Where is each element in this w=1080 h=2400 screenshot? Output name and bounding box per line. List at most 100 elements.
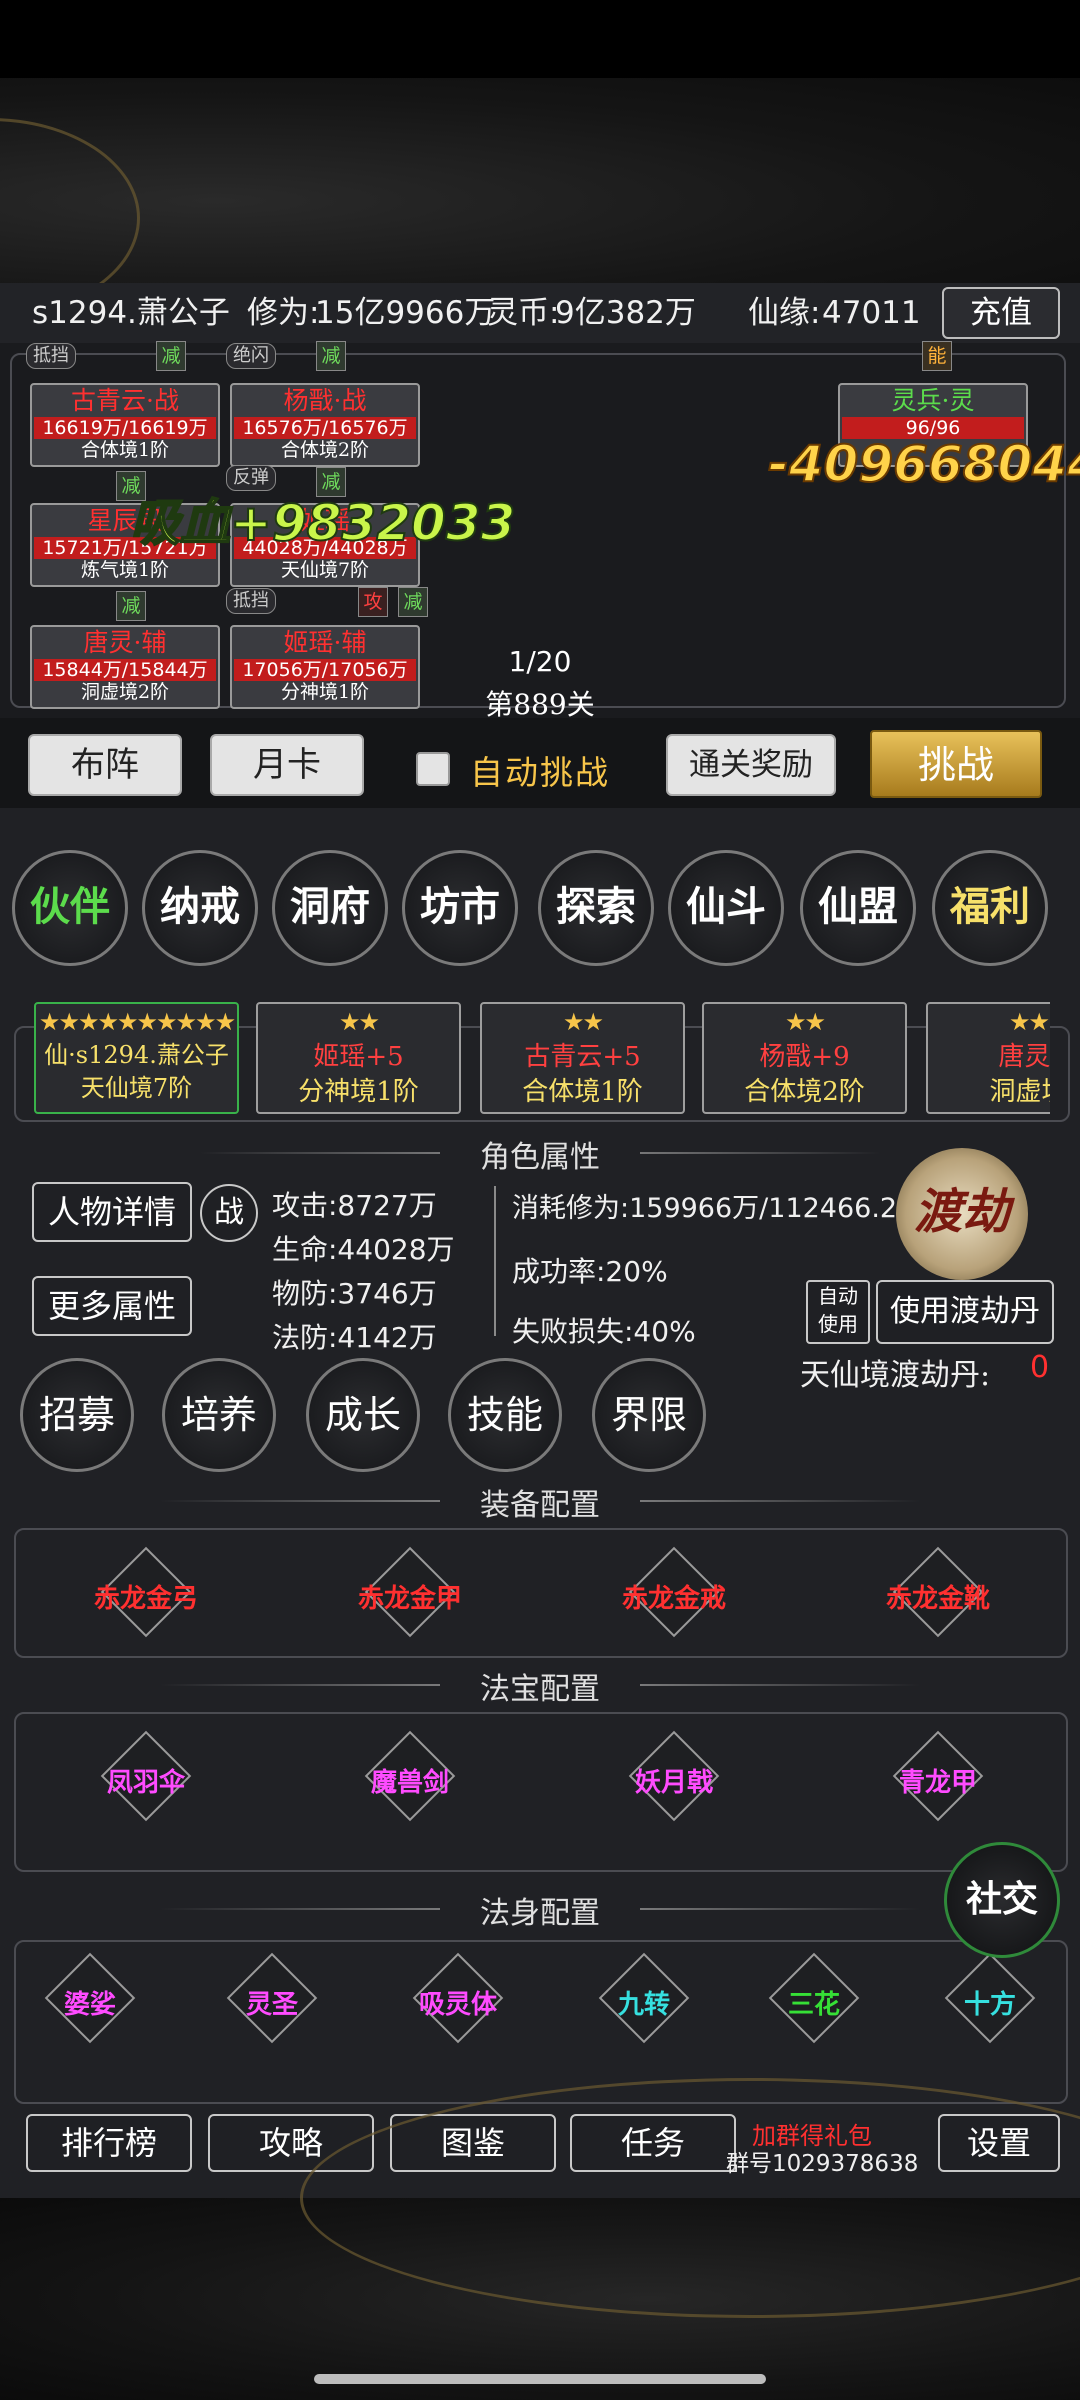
body-name: 九转 bbox=[617, 1990, 670, 2020]
nav-welfare[interactable]: 福利 bbox=[932, 850, 1048, 966]
nav-cave[interactable]: 洞府 bbox=[272, 850, 388, 966]
success-rate: 成功率:20% bbox=[512, 1255, 668, 1288]
stat-pdef: 物防:3746万 bbox=[272, 1277, 437, 1310]
buff-tag: 绝闪 bbox=[226, 343, 276, 369]
enemy-name: 灵兵·灵 bbox=[891, 386, 975, 415]
partner-card[interactable]: ★★ 姬瑶+5 分神境1阶 bbox=[256, 1002, 461, 1114]
partner-card[interactable]: ★★ 唐灵· 洞虚境 bbox=[926, 1002, 1050, 1114]
attack-buff-icon: 攻 bbox=[358, 587, 388, 617]
nav-duel[interactable]: 仙斗 bbox=[668, 850, 784, 966]
ally-hp: 16619万/16619万 bbox=[34, 417, 216, 439]
ally-rank: 炼气境1阶 bbox=[80, 559, 170, 581]
debuff-icon: 减 bbox=[316, 341, 346, 371]
partner-name: 古青云+5 bbox=[524, 1042, 641, 1072]
skill-button[interactable]: 技能 bbox=[448, 1358, 562, 1472]
star-rating-icon: ★★ bbox=[338, 1008, 380, 1036]
ally-rank: 分神境1阶 bbox=[280, 681, 370, 703]
partner-rank: 合体境1阶 bbox=[522, 1077, 643, 1107]
auto-use-label-1: 自动 bbox=[818, 1284, 858, 1308]
ally-card[interactable]: 古青云·战 16619万/16619万 合体境1阶 bbox=[30, 383, 220, 467]
star-rating-icon: ★★★★★★★★★★ bbox=[38, 1008, 236, 1036]
star-rating-icon: ★★ bbox=[784, 1008, 826, 1036]
equipment-name: 赤龙金甲 bbox=[357, 1584, 462, 1614]
ally-card[interactable]: 姬瑶·辅 17056万/17056万 分神境1阶 bbox=[230, 625, 420, 709]
character-detail-button[interactable]: 人物详情 bbox=[32, 1182, 192, 1242]
lifesteal-popup: 吸血+9832033 bbox=[129, 493, 516, 553]
formation-button[interactable]: 布阵 bbox=[28, 734, 182, 796]
nav-market[interactable]: 坊市 bbox=[402, 850, 518, 966]
body-name: 十方 bbox=[963, 1990, 1016, 2020]
ally-name: 姬瑶·辅 bbox=[283, 628, 367, 657]
battle-icon-button[interactable]: 战 bbox=[200, 1184, 258, 1242]
debuff-icon: 减 bbox=[398, 587, 428, 617]
pill-count-label: 天仙境渡劫丹: bbox=[800, 1358, 991, 1393]
auto-use-toggle[interactable]: 自动 使用 bbox=[806, 1280, 870, 1344]
top-background bbox=[0, 78, 1080, 318]
limit-button[interactable]: 界限 bbox=[592, 1358, 706, 1472]
use-pill-button[interactable]: 使用渡劫丹 bbox=[876, 1280, 1054, 1344]
auto-challenge-label: 自动挑战 bbox=[470, 753, 610, 792]
cultivation-label: 修为: bbox=[247, 295, 320, 331]
partner-name: 唐灵· bbox=[998, 1042, 1050, 1072]
stage-label: 第889关 bbox=[485, 688, 595, 721]
ally-card[interactable]: 杨戬·战 16576万/16576万 合体境2阶 bbox=[230, 383, 420, 467]
auto-challenge-checkbox[interactable] bbox=[416, 752, 450, 786]
stat-divider bbox=[494, 1186, 496, 1336]
ally-rank: 合体境2阶 bbox=[280, 439, 370, 461]
more-attributes-button[interactable]: 更多属性 bbox=[32, 1276, 192, 1336]
stat-mdef: 法防:4142万 bbox=[272, 1321, 437, 1354]
body-name: 吸灵体 bbox=[418, 1990, 497, 2020]
partner-card[interactable]: ★★★★★★★★★★ 仙·s1294.萧公子 天仙境7阶 bbox=[34, 1002, 239, 1114]
monthly-card-button[interactable]: 月卡 bbox=[210, 734, 364, 796]
nav-ring[interactable]: 纳戒 bbox=[142, 850, 258, 966]
failure-loss: 失败损失:40% bbox=[512, 1315, 696, 1348]
equipment-name: 赤龙金弓 bbox=[93, 1584, 198, 1614]
partner-rank: 天仙境7阶 bbox=[80, 1074, 193, 1102]
nav-alliance[interactable]: 仙盟 bbox=[800, 850, 916, 966]
partner-name: 仙·s1294.萧公子 bbox=[44, 1041, 229, 1069]
resource-bar: s1294.萧公子 修为: 15亿9966万 灵币: 9亿382万 仙缘: 47… bbox=[0, 283, 1080, 343]
partner-name: 杨戬+9 bbox=[759, 1042, 850, 1072]
status-bar bbox=[0, 0, 1080, 78]
social-button[interactable]: 社交 bbox=[944, 1842, 1060, 1958]
clear-reward-button[interactable]: 通关奖励 bbox=[666, 734, 836, 796]
tribulation-button[interactable]: 渡劫 bbox=[896, 1148, 1028, 1280]
home-indicator[interactable] bbox=[314, 2374, 766, 2384]
buff-tag: 抵挡 bbox=[226, 588, 276, 614]
recruit-button[interactable]: 招募 bbox=[20, 1358, 134, 1472]
buff-tag: 抵挡 bbox=[26, 343, 76, 369]
partner-card[interactable]: ★★ 杨戬+9 合体境2阶 bbox=[702, 1002, 907, 1114]
ally-rank: 天仙境7阶 bbox=[280, 559, 370, 581]
nav-partner[interactable]: 伙伴 bbox=[12, 850, 128, 966]
pill-count: 0 bbox=[1030, 1350, 1050, 1385]
cost-cultivation: 消耗修为:159966万/112466.2 bbox=[512, 1193, 898, 1224]
challenge-button[interactable]: 挑战 bbox=[870, 730, 1042, 798]
train-button[interactable]: 培养 bbox=[162, 1358, 276, 1472]
stat-hp: 生命:44028万 bbox=[272, 1233, 455, 1266]
ally-hp: 15844万/15844万 bbox=[34, 659, 216, 681]
equipment-section-title: 装备配置 bbox=[440, 1480, 640, 1524]
spirit-coin-label: 灵币: bbox=[487, 295, 560, 331]
auto-use-label-2: 使用 bbox=[818, 1312, 858, 1336]
treasure-name: 凤羽伞 bbox=[106, 1768, 185, 1798]
battle-area: 抵挡 减 绝闪 减 古青云·战 16619万/16619万 合体境1阶 杨戬·战… bbox=[0, 341, 1080, 721]
partner-rank: 合体境2阶 bbox=[744, 1077, 865, 1107]
equipment-name: 赤龙金靴 bbox=[885, 1584, 990, 1614]
ally-name: 唐灵·辅 bbox=[83, 628, 167, 657]
debuff-icon: 减 bbox=[116, 591, 146, 621]
cultivation-value: 15亿9966万 bbox=[315, 295, 496, 331]
nav-explore[interactable]: 探索 bbox=[538, 850, 654, 966]
stat-attack: 攻击:8727万 bbox=[272, 1189, 437, 1222]
star-rating-icon: ★★ bbox=[562, 1008, 604, 1036]
recharge-button[interactable]: 充值 bbox=[942, 287, 1060, 339]
ally-card[interactable]: 唐灵·辅 15844万/15844万 洞虚境2阶 bbox=[30, 625, 220, 709]
ranking-button[interactable]: 排行榜 bbox=[26, 2114, 192, 2172]
debuff-icon: 减 bbox=[156, 341, 186, 371]
growth-button[interactable]: 成长 bbox=[306, 1358, 420, 1472]
treasure-name: 妖月戟 bbox=[634, 1768, 713, 1798]
partner-list: ★★★★★★★★★★ 仙·s1294.萧公子 天仙境7阶 ★★ 姬瑶+5 分神境… bbox=[30, 1000, 1050, 1120]
damage-popup: -4096680445 bbox=[768, 435, 1080, 493]
ally-rank: 合体境1阶 bbox=[80, 439, 170, 461]
ally-hp: 16576万/16576万 bbox=[234, 417, 416, 439]
partner-card[interactable]: ★★ 古青云+5 合体境1阶 bbox=[480, 1002, 685, 1114]
